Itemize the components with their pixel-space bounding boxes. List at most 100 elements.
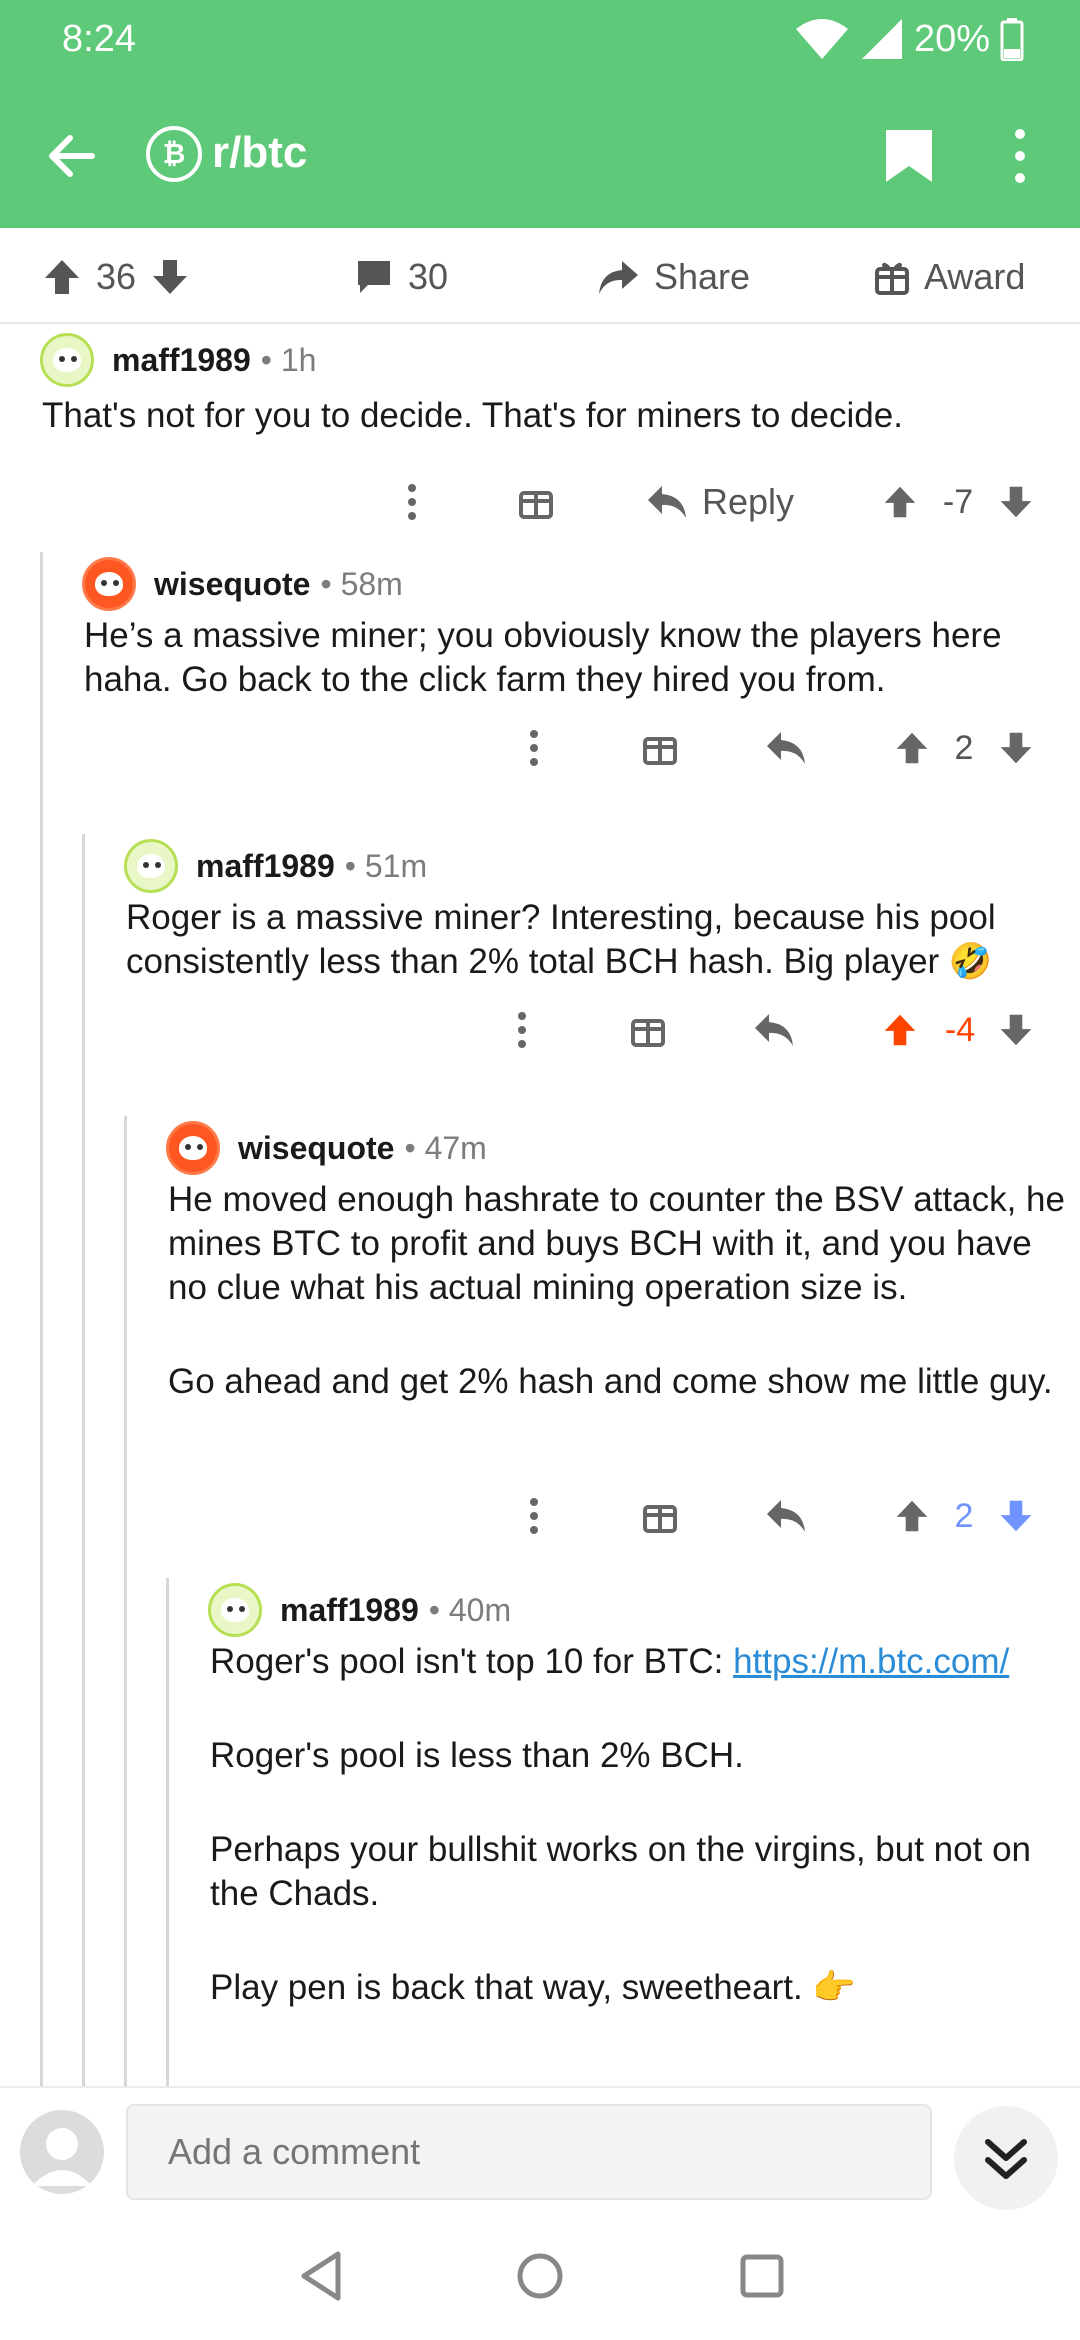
back-arrow-icon[interactable] bbox=[40, 124, 104, 188]
award-label: Award bbox=[924, 256, 1026, 297]
app-bar: 8:24 20% ₿ r/btc bbox=[0, 0, 1080, 228]
reply-icon[interactable] bbox=[764, 720, 808, 776]
comment-text: Play pen is back that way, sweetheart. 👉 bbox=[210, 1968, 857, 2007]
toolbar: ₿ r/btc bbox=[0, 100, 1080, 210]
nav-recents-icon[interactable] bbox=[726, 2240, 798, 2312]
comment-actions: 2 bbox=[0, 1488, 1080, 1544]
reply-button[interactable]: Reply bbox=[640, 474, 800, 530]
comment-body: Roger is a massive miner? Interesting, b… bbox=[126, 896, 1046, 984]
comment-body: He moved enough hashrate to counter the … bbox=[168, 1178, 1068, 1404]
user-avatar[interactable] bbox=[20, 2110, 104, 2194]
comment-thread: maff1989 • 1h That's not for you to deci… bbox=[0, 326, 1080, 2086]
downvote-icon[interactable] bbox=[150, 257, 190, 297]
comment-body: Roger's pool isn't top 10 for BTC: https… bbox=[210, 1640, 1060, 2010]
comment-author[interactable]: maff1989 bbox=[112, 342, 251, 379]
more-options-icon[interactable] bbox=[502, 1002, 542, 1058]
share-icon bbox=[599, 261, 638, 294]
avatar[interactable] bbox=[82, 557, 136, 611]
comment-actions: -4 bbox=[0, 1002, 1080, 1058]
status-icons: 20% bbox=[794, 14, 1024, 64]
downvote-icon[interactable] bbox=[996, 1488, 1036, 1544]
subreddit-name[interactable]: r/btc bbox=[212, 128, 307, 178]
more-options-icon[interactable] bbox=[514, 1488, 554, 1544]
collapse-threads-button[interactable] bbox=[954, 2106, 1058, 2210]
downvote-icon[interactable] bbox=[996, 1002, 1036, 1058]
comment-body: That's not for you to decide. That's for… bbox=[42, 394, 1052, 438]
share-label: Share bbox=[654, 256, 751, 297]
more-options-icon[interactable] bbox=[514, 720, 554, 776]
gift-icon[interactable] bbox=[638, 720, 682, 776]
wifi-icon bbox=[795, 19, 848, 59]
post-comment-count: 30 bbox=[408, 256, 449, 297]
post-action-bar: 36 30 Share Award bbox=[0, 228, 1080, 324]
reply-icon[interactable] bbox=[752, 1002, 796, 1058]
reply-icon[interactable] bbox=[764, 1488, 808, 1544]
comment-author[interactable]: maff1989 bbox=[280, 1592, 419, 1629]
system-nav-bar bbox=[0, 2214, 1080, 2340]
comment-body: He’s a massive miner; you obviously know… bbox=[84, 614, 1054, 702]
comment-header: maff1989 • 51m bbox=[124, 838, 427, 894]
comment-link[interactable]: https://m.btc.com/ bbox=[733, 1642, 1009, 1681]
comment-header: maff1989 • 1h bbox=[40, 332, 316, 388]
avatar[interactable] bbox=[166, 1121, 220, 1175]
comment-text: He’s a massive miner; you obviously know… bbox=[84, 616, 1002, 699]
comment-header: wisequote • 58m bbox=[82, 556, 403, 612]
avatar[interactable] bbox=[208, 1583, 262, 1637]
battery-icon bbox=[1000, 18, 1024, 61]
battery-percent: 20% bbox=[913, 17, 990, 60]
comment-time: • 47m bbox=[404, 1129, 487, 1166]
nav-home-icon[interactable] bbox=[504, 2240, 576, 2312]
comment-time: • 51m bbox=[344, 847, 428, 884]
downvote-icon[interactable] bbox=[996, 720, 1036, 776]
subreddit-icon[interactable]: ₿ bbox=[146, 126, 202, 182]
avatar[interactable] bbox=[40, 333, 94, 387]
share-button[interactable]: Share bbox=[596, 252, 750, 302]
upvote-icon[interactable] bbox=[42, 257, 82, 297]
comment-score: -4 bbox=[944, 1010, 976, 1049]
reply-label: Reply bbox=[701, 481, 795, 522]
upvote-icon[interactable] bbox=[892, 720, 932, 776]
comment-input[interactable] bbox=[126, 2104, 932, 2200]
bookmark-icon[interactable] bbox=[882, 126, 936, 186]
comment-time: • 40m bbox=[428, 1591, 512, 1628]
comment-text: Roger's pool isn't top 10 for BTC: https… bbox=[210, 1642, 1010, 1681]
nav-back-icon[interactable] bbox=[286, 2240, 358, 2312]
gift-icon bbox=[875, 262, 909, 295]
gift-icon[interactable] bbox=[514, 474, 558, 530]
thread-line[interactable] bbox=[166, 1578, 169, 2086]
comment-author[interactable]: maff1989 bbox=[196, 848, 335, 885]
upvote-icon[interactable] bbox=[880, 1002, 920, 1058]
comment-text: He moved enough hashrate to counter the … bbox=[168, 1180, 1065, 1307]
post-comments-button[interactable]: 30 bbox=[354, 252, 448, 302]
status-bar: 8:24 20% bbox=[0, 0, 1080, 78]
comment-score: 2 bbox=[954, 1496, 974, 1535]
post-score: 36 bbox=[96, 256, 137, 297]
comment-time: • 58m bbox=[320, 565, 403, 602]
comment-text: Roger's pool is less than 2% BCH. bbox=[210, 1736, 744, 1775]
upvote-icon[interactable] bbox=[892, 1488, 932, 1544]
comment-author[interactable]: wisequote bbox=[238, 1130, 394, 1167]
comment-author[interactable]: wisequote bbox=[154, 566, 310, 603]
comment-score: 2 bbox=[954, 728, 974, 767]
award-button[interactable]: Award bbox=[874, 252, 1025, 302]
more-options-icon[interactable] bbox=[392, 474, 432, 530]
comment-composer-bar bbox=[0, 2086, 1080, 2214]
comment-score: -7 bbox=[942, 482, 974, 521]
comment-time: • 1h bbox=[260, 341, 317, 378]
comment-icon bbox=[358, 261, 390, 293]
comment-text: Go ahead and get 2% hash and come show m… bbox=[168, 1362, 1053, 1401]
status-time: 8:24 bbox=[62, 18, 136, 60]
comment-actions: Reply -7 bbox=[0, 474, 1080, 530]
more-options-icon[interactable] bbox=[1004, 126, 1036, 186]
upvote-icon[interactable] bbox=[880, 474, 920, 530]
gift-icon[interactable] bbox=[638, 1488, 682, 1544]
post-vote: 36 bbox=[42, 252, 190, 302]
comment-actions: 2 bbox=[0, 720, 1080, 776]
downvote-icon[interactable] bbox=[996, 474, 1036, 530]
gift-icon[interactable] bbox=[626, 1002, 670, 1058]
avatar[interactable] bbox=[124, 839, 178, 893]
thread-line[interactable] bbox=[40, 552, 43, 2086]
signal-icon bbox=[861, 19, 902, 59]
comment-text: Perhaps your bullshit works on the virgi… bbox=[210, 1830, 1031, 1913]
thread-line[interactable] bbox=[124, 1116, 127, 2086]
